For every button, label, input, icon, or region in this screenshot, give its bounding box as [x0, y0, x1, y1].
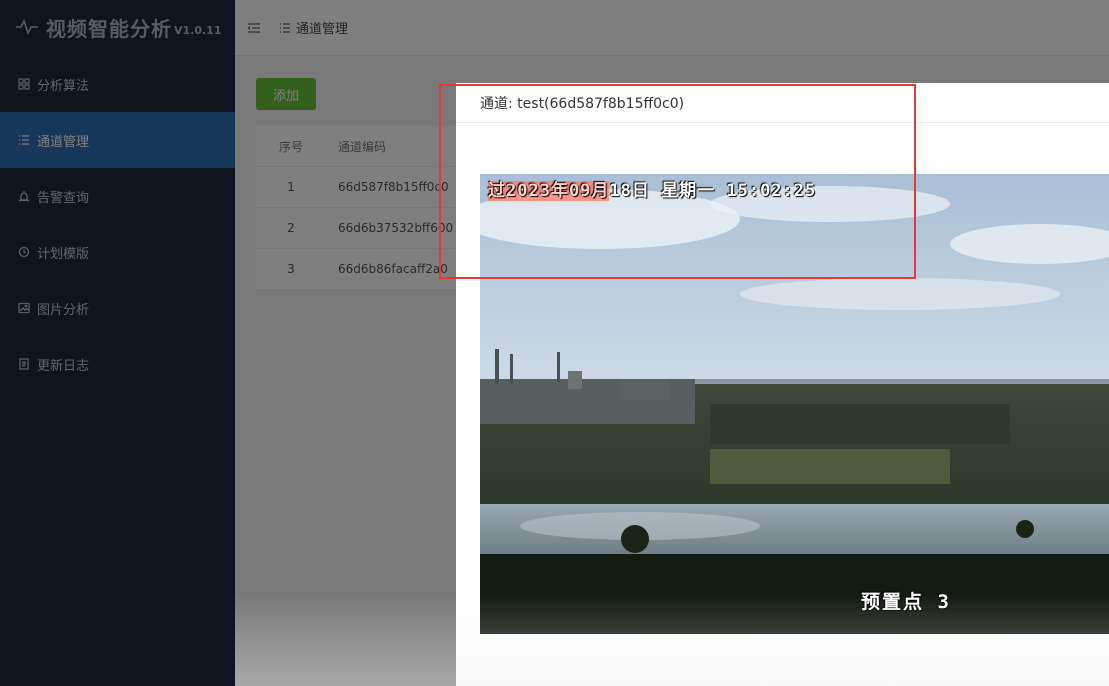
timestamp-highlight: 过2023年09月	[488, 181, 610, 201]
timestamp-overlay: 过2023年09月18日 星期一 15:02:25	[488, 176, 816, 201]
preset-label: 预置点 3	[861, 591, 951, 613]
video-frame	[480, 174, 1109, 634]
dialog-title: 通道: test(66d587f8b15ff0c0)	[456, 83, 1109, 123]
video-player[interactable]: 过2023年09月18日 星期一 15:02:25 预置点 3	[480, 174, 1109, 634]
timestamp-text: 18日 星期一 15:02:25	[609, 181, 817, 201]
video-dialog: 通道: test(66d587f8b15ff0c0) 过2023年09月18日 …	[456, 83, 1109, 686]
